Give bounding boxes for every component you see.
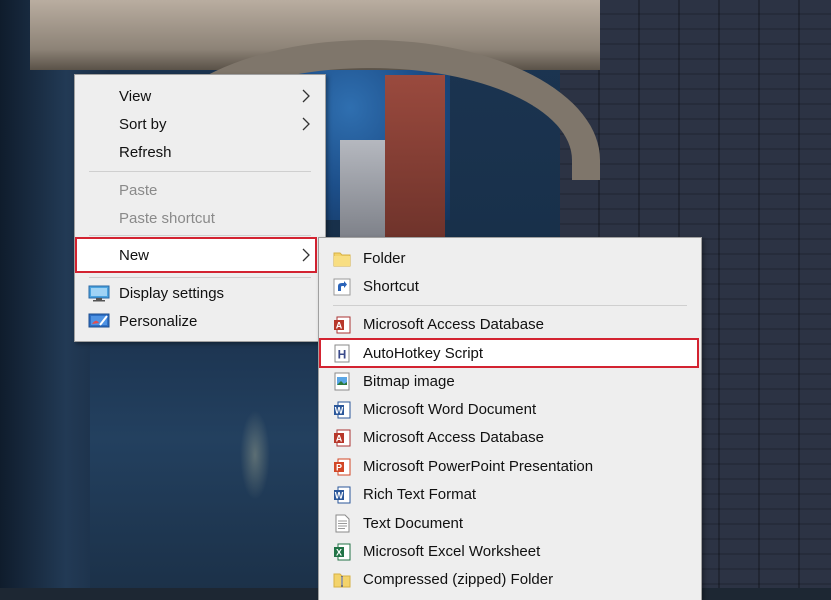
powerpoint-icon: P (333, 457, 351, 476)
menu-item-paste-shortcut[interactable]: Paste shortcut (75, 204, 325, 232)
submenu-item-label: AutoHotkey Script (363, 344, 484, 362)
submenu-item-powerpoint-presentation[interactable]: P Microsoft PowerPoint Presentation (319, 452, 701, 480)
submenu-item-excel-worksheet[interactable]: X Microsoft Excel Worksheet (319, 537, 701, 565)
folder-icon (333, 249, 351, 268)
submenu-item-label: Microsoft Word Document (363, 400, 537, 418)
submenu-item-label: Microsoft Access Database (363, 315, 544, 333)
menu-item-new[interactable]: New (75, 237, 317, 273)
submenu-item-rich-text-format[interactable]: W Rich Text Format (319, 480, 701, 508)
menu-item-label: Paste shortcut (119, 209, 215, 227)
display-settings-icon (88, 284, 110, 302)
access-icon: A (333, 315, 351, 334)
submenu-item-bitmap-image[interactable]: Bitmap image (319, 367, 701, 395)
autohotkey-icon: H (333, 344, 351, 363)
word-icon: W (333, 400, 351, 419)
submenu-item-word-document[interactable]: W Microsoft Word Document (319, 395, 701, 423)
submenu-item-label: Compressed (zipped) Folder (363, 570, 554, 588)
submenu-separator (333, 305, 687, 306)
bitmap-icon (333, 372, 351, 391)
menu-item-label: Personalize (119, 312, 198, 330)
menu-separator (89, 277, 311, 278)
svg-text:A: A (336, 434, 343, 444)
menu-item-label: Paste (119, 181, 158, 199)
chevron-right-icon (299, 117, 313, 131)
submenu-item-access-database[interactable]: A Microsoft Access Database (319, 310, 701, 338)
text-document-icon (333, 514, 351, 533)
submenu-item-label: Microsoft Access Database (363, 428, 544, 446)
excel-icon: X (333, 542, 351, 561)
submenu-item-label: Folder (363, 249, 406, 267)
submenu-item-autohotkey-script[interactable]: H AutoHotkey Script (319, 338, 699, 368)
submenu-item-folder[interactable]: Folder (319, 244, 701, 272)
menu-item-sort-by[interactable]: Sort by (75, 110, 325, 138)
desktop-context-menu: View Sort by Refresh Paste Paste shortcu… (74, 74, 326, 342)
svg-text:A: A (336, 321, 343, 331)
menu-item-display-settings[interactable]: Display settings (75, 279, 325, 307)
submenu-item-compressed-folder[interactable]: Compressed (zipped) Folder (319, 565, 701, 593)
submenu-item-label: Microsoft Excel Worksheet (363, 542, 541, 560)
shortcut-icon (333, 277, 351, 296)
personalize-icon (88, 312, 110, 330)
chevron-right-icon (299, 248, 313, 262)
submenu-item-label: Bitmap image (363, 372, 455, 390)
submenu-item-access-database-2[interactable]: A Microsoft Access Database (319, 423, 701, 451)
background-canal (90, 330, 330, 600)
menu-item-label: New (119, 246, 150, 264)
menu-item-refresh[interactable]: Refresh (75, 138, 325, 166)
svg-text:X: X (336, 548, 342, 558)
menu-item-label: View (119, 87, 152, 105)
submenu-item-label: Microsoft PowerPoint Presentation (363, 457, 594, 475)
zip-folder-icon (333, 570, 351, 589)
menu-item-personalize[interactable]: Personalize (75, 307, 325, 335)
rtf-icon: W (333, 485, 351, 504)
submenu-item-shortcut[interactable]: Shortcut (319, 272, 701, 300)
svg-text:W: W (335, 406, 344, 416)
menu-item-paste[interactable]: Paste (75, 176, 325, 204)
chevron-right-icon (299, 89, 313, 103)
new-submenu: Folder Shortcut A Microsoft Access Datab… (318, 237, 702, 600)
submenu-item-label: Text Document (363, 514, 464, 532)
svg-text:H: H (338, 348, 347, 362)
menu-item-view[interactable]: View (75, 82, 325, 110)
menu-separator (89, 235, 311, 236)
svg-text:P: P (336, 463, 342, 473)
menu-item-label: Refresh (119, 143, 172, 161)
submenu-item-label: Shortcut (363, 277, 419, 295)
menu-separator (89, 171, 311, 172)
menu-item-label: Display settings (119, 284, 225, 302)
submenu-item-text-document[interactable]: Text Document (319, 509, 701, 537)
menu-item-label: Sort by (119, 115, 167, 133)
access-icon: A (333, 428, 351, 447)
svg-text:W: W (335, 491, 344, 501)
submenu-item-label: Rich Text Format (363, 485, 477, 503)
